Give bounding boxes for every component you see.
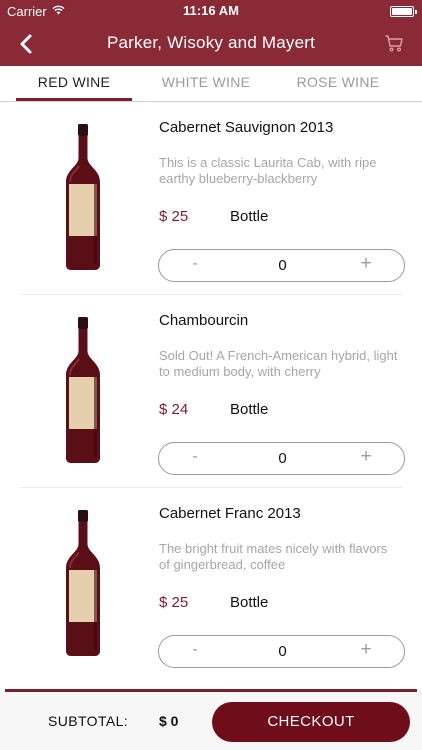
- decrement-button[interactable]: -: [185, 448, 205, 466]
- checkout-button[interactable]: CHECKOUT: [212, 702, 410, 742]
- product-price: $ 24: [159, 401, 189, 418]
- product-unit: Bottle: [230, 594, 269, 611]
- wine-bottle-image: [66, 124, 100, 270]
- product-price: $ 25: [159, 594, 189, 611]
- product-price: $ 25: [159, 208, 189, 225]
- category-tabs: RED WINE WHITE WINE ROSE WINE: [0, 66, 422, 102]
- product-description: Sold Out! A French-American hybrid, ligh…: [159, 348, 398, 379]
- cart-icon[interactable]: [384, 33, 404, 53]
- subtotal-value: $ 0: [159, 713, 179, 729]
- decrement-button[interactable]: -: [185, 641, 205, 659]
- product-card: Chambourcin Sold Out! A French-American …: [0, 295, 422, 488]
- battery-icon: [390, 6, 417, 17]
- tab-rose-wine[interactable]: ROSE WINE: [280, 66, 396, 101]
- checkout-bar: SUBTOTAL: $ 0 CHECKOUT: [0, 689, 422, 750]
- decrement-button[interactable]: -: [185, 255, 205, 273]
- wine-bottle-image: [66, 510, 100, 656]
- product-name[interactable]: Cabernet Sauvignon 2013: [159, 119, 333, 136]
- product-unit: Bottle: [230, 401, 269, 418]
- quantity-stepper: - 0 +: [158, 442, 405, 475]
- increment-button[interactable]: +: [356, 639, 376, 661]
- quantity-stepper: - 0 +: [158, 249, 405, 282]
- product-unit: Bottle: [230, 208, 269, 225]
- subtotal-label: SUBTOTAL:: [48, 713, 129, 729]
- app-header: Carrier 11:16 AM Parker, Wisoky and Maye…: [0, 0, 422, 66]
- status-time: 11:16 AM: [183, 3, 239, 18]
- increment-button[interactable]: +: [356, 253, 376, 275]
- active-tab-indicator: [16, 98, 132, 101]
- increment-button[interactable]: +: [356, 446, 376, 468]
- status-bar: Carrier 11:16 AM: [0, 0, 422, 22]
- tab-red-wine[interactable]: RED WINE: [16, 66, 132, 101]
- nav-bar: Parker, Wisoky and Mayert: [0, 22, 422, 66]
- wine-bottle-image: [66, 317, 100, 463]
- product-card: Cabernet Franc 2013 The bright fruit mat…: [0, 488, 422, 681]
- product-description: This is a classic Laurita Cab, with ripe…: [159, 155, 377, 186]
- page-title: Parker, Wisoky and Mayert: [106, 33, 316, 52]
- product-name[interactable]: Cabernet Franc 2013: [159, 505, 301, 522]
- tab-white-wine[interactable]: WHITE WINE: [148, 66, 264, 101]
- product-card: Cabernet Sauvignon 2013 This is a classi…: [0, 102, 422, 295]
- footer-divider: [5, 689, 417, 692]
- quantity-stepper: - 0 +: [158, 635, 405, 668]
- product-name[interactable]: Chambourcin: [159, 312, 248, 329]
- product-description: The bright fruit mates nicely with flavo…: [159, 541, 388, 572]
